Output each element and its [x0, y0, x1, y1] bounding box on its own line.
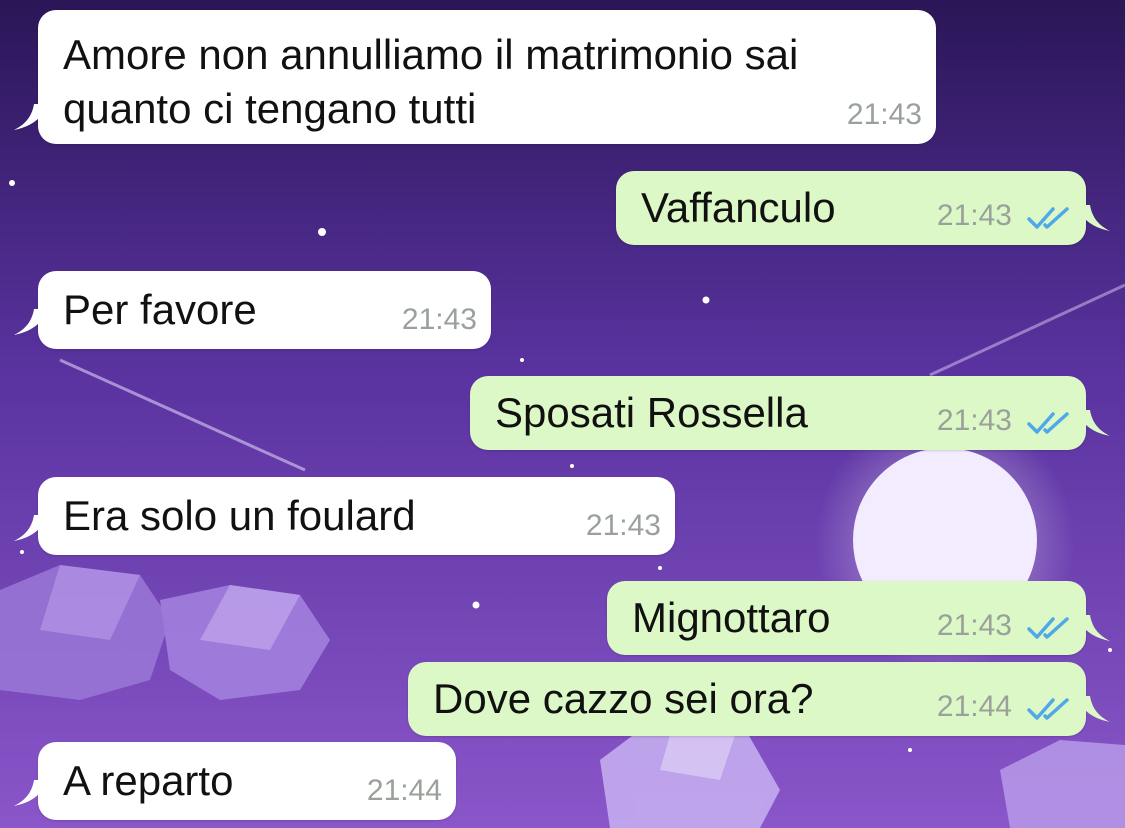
bubble-tail-icon — [1078, 615, 1110, 641]
message-timestamp: 21:44 — [366, 774, 442, 807]
incoming-message-bubble[interactable]: Era solo un foulard 21:43 — [14, 477, 675, 555]
double-check-icon — [1027, 698, 1069, 720]
bubble-tail-icon — [14, 780, 46, 806]
incoming-message-bubble[interactable]: Per favore 21:43 — [14, 271, 491, 349]
outgoing-message-bubble[interactable]: Dove cazzo sei ora? 21:44 — [408, 662, 1110, 736]
message-timestamp: 21:44 — [936, 690, 1012, 723]
incoming-message-bubble[interactable]: A reparto 21:44 — [14, 742, 456, 820]
outgoing-message-bubble[interactable]: Mignottaro 21:43 — [607, 581, 1110, 655]
bubble-tail-icon — [14, 104, 46, 130]
message-timestamp: 21:43 — [936, 199, 1012, 232]
message-list: Amore non annulliamo il matrimonio sai q… — [0, 0, 1125, 828]
incoming-message-bubble[interactable]: Amore non annulliamo il matrimonio sai q… — [14, 10, 936, 144]
message-text: A reparto — [63, 757, 234, 804]
message-text: Mignottaro — [632, 594, 831, 641]
bubble-tail-icon — [14, 309, 46, 335]
outgoing-message-bubble[interactable]: Vaffanculo 21:43 — [616, 171, 1110, 245]
message-text: Era solo un foulard — [63, 492, 416, 539]
message-text: Per favore — [63, 286, 257, 333]
message-text: Vaffanculo — [641, 184, 836, 231]
bubble-tail-icon — [1078, 410, 1110, 436]
message-timestamp: 21:43 — [846, 98, 922, 131]
double-check-icon — [1027, 207, 1069, 229]
message-text: Dove cazzo sei ora? — [433, 675, 814, 722]
bubble-tail-icon — [14, 515, 46, 541]
outgoing-message-bubble[interactable]: Sposati Rossella 21:43 — [470, 376, 1110, 450]
bubble-tail-icon — [1078, 205, 1110, 231]
message-timestamp: 21:43 — [585, 509, 661, 542]
message-text: Amore non annulliamo il matrimonio sai q… — [63, 31, 799, 132]
double-check-icon — [1027, 412, 1069, 434]
double-check-icon — [1027, 617, 1069, 639]
message-text: Sposati Rossella — [495, 389, 808, 436]
message-timestamp: 21:43 — [936, 609, 1012, 642]
message-timestamp: 21:43 — [401, 303, 477, 336]
message-timestamp: 21:43 — [936, 404, 1012, 437]
bubble-tail-icon — [1078, 696, 1110, 722]
